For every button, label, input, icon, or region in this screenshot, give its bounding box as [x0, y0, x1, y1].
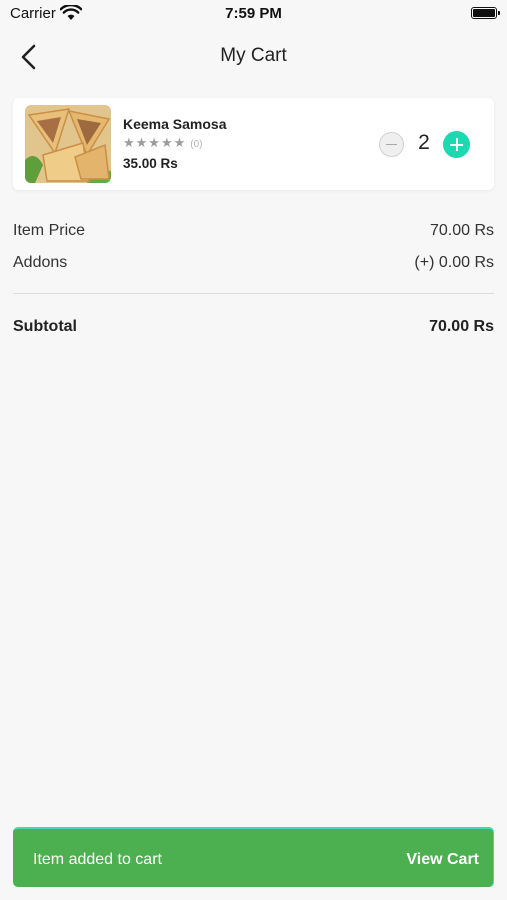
item-image: [25, 105, 111, 183]
divider: [13, 293, 494, 294]
battery-icon: [471, 7, 500, 19]
toast-message: Item added to cart: [33, 851, 162, 868]
rating-stars: ★★★★★ (0): [123, 135, 203, 151]
cart-toast: Item added to cart View Cart: [13, 827, 494, 887]
addons-label: Addons: [13, 254, 68, 271]
cart-item-card: Keema Samosa ★★★★★ (0) 35.00 Rs 2: [13, 98, 494, 190]
decrease-quantity-button[interactable]: [379, 132, 404, 157]
quantity-value: 2: [418, 131, 430, 154]
increase-quantity-button[interactable]: [443, 131, 470, 158]
item-name: Keema Samosa: [123, 116, 227, 132]
status-time: 7:59 PM: [225, 5, 282, 22]
nav-bar: My Cart: [0, 28, 507, 86]
addons-value: (+) 0.00 Rs: [414, 254, 494, 271]
page-title: My Cart: [220, 45, 287, 66]
star-icons: ★★★★★: [123, 135, 187, 150]
subtotal-value: 70.00 Rs: [429, 318, 494, 335]
item-price-value: 70.00 Rs: [429, 222, 494, 239]
item-price: 35.00 Rs: [123, 156, 178, 171]
status-bar: Carrier 7:59 PM: [0, 0, 507, 28]
subtotal-label: Subtotal: [13, 318, 77, 335]
view-cart-button[interactable]: View Cart: [406, 851, 479, 869]
item-price-label: Item Price: [13, 222, 86, 239]
rating-count: (0): [190, 139, 203, 150]
